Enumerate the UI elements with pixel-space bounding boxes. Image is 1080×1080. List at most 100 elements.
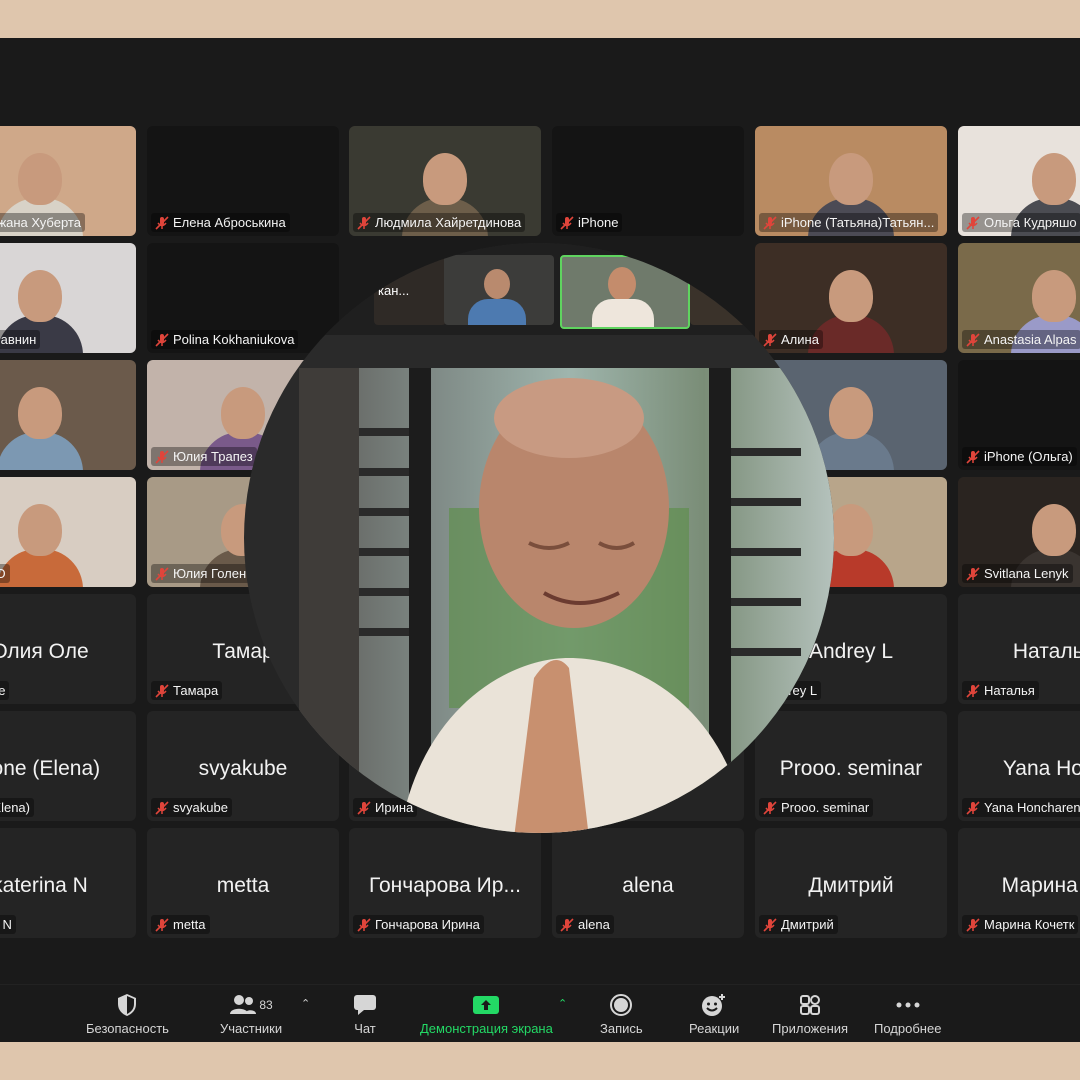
- chat-button[interactable]: Чат: [353, 993, 377, 1036]
- participant-name: Юлия Голен: [173, 566, 247, 581]
- participant-name-label: Yana Honcharen: [962, 798, 1080, 817]
- mini-tile-3[interactable]: [690, 255, 760, 325]
- participant-name-label: ne (Elena): [0, 798, 34, 817]
- participant-display-name: hone (Elena): [0, 757, 101, 780]
- security-label: Безопасность: [86, 1021, 169, 1036]
- participant-tile[interactable]: Yana Honc Yana Honcharen: [958, 711, 1080, 821]
- participant-tile[interactable]: Натальн Наталья: [958, 594, 1080, 704]
- mini-tile-1[interactable]: кан...: [374, 255, 446, 325]
- participant-display-name: Марина Кс: [1001, 874, 1080, 897]
- muted-mic-icon: [155, 215, 169, 230]
- participant-name-label: iPhone: [556, 213, 623, 232]
- participant-name-label: аминавнин: [0, 330, 41, 349]
- active-speaker-mini-tile[interactable]: [560, 255, 690, 329]
- participant-name: Дмитрий: [781, 917, 834, 932]
- chat-icon: [353, 993, 377, 1017]
- participant-name: Svitlana Lenyk: [984, 566, 1069, 581]
- mini-tile-label: кан...: [378, 283, 410, 298]
- reactions-button[interactable]: Реакции: [689, 993, 739, 1036]
- emoji-plus-icon: [701, 993, 727, 1017]
- participant-name: alena: [578, 917, 610, 932]
- participant-name-label: Людмила Хайретдинова: [353, 213, 526, 232]
- spotlight-thumbnail-strip: кан...: [244, 243, 834, 335]
- participant-tile[interactable]: лия О: [0, 477, 136, 587]
- participant-display-name: Олия Оле: [0, 640, 89, 663]
- participant-tile[interactable]: Svitlana Lenyk: [958, 477, 1080, 587]
- apps-icon: [799, 993, 821, 1017]
- security-button[interactable]: Безопасность: [86, 993, 169, 1036]
- participant-tile[interactable]: Олия Оле я Оле: [0, 594, 136, 704]
- muted-mic-icon: [155, 332, 169, 347]
- participant-display-name: katerina N: [0, 874, 88, 897]
- participant-tile[interactable]: Гончарова Ир... Гончарова Ирина: [349, 828, 541, 938]
- participant-tile[interactable]: slav: [0, 360, 136, 470]
- muted-mic-icon: [155, 800, 169, 815]
- muted-mic-icon: [155, 566, 169, 581]
- participant-name: erina N: [0, 917, 12, 932]
- participant-display-name: metta: [216, 874, 270, 897]
- muted-mic-icon: [560, 215, 574, 230]
- muted-mic-icon: [966, 566, 980, 581]
- meeting-toolbar: Безопасность 83 Участники ⌃ Чат Демонстр…: [0, 984, 1080, 1042]
- participants-label: Участники: [220, 1021, 283, 1036]
- participant-name: Тамара: [173, 683, 219, 698]
- mini-tile-2[interactable]: [444, 255, 554, 325]
- participant-name-label: Гончарова Ирина: [353, 915, 484, 934]
- muted-mic-icon: [966, 917, 980, 932]
- share-screen-button[interactable]: Демонстрация экрана: [420, 993, 553, 1036]
- record-label: Запись: [600, 1021, 643, 1036]
- participant-name: Елена Аброськина: [173, 215, 286, 230]
- chevron-up-icon[interactable]: ⌃: [558, 997, 567, 1010]
- participant-tile[interactable]: аминавнин: [0, 243, 136, 353]
- participant-name-label: Svitlana Lenyk: [962, 564, 1073, 583]
- participant-tile[interactable]: iPhone (Ольга): [958, 360, 1080, 470]
- participant-name: д Аджана Хуберта: [0, 215, 81, 230]
- participant-name: Anastasia Alpas: [984, 332, 1077, 347]
- muted-mic-icon: [155, 449, 169, 464]
- participant-name: Гончарова Ирина: [375, 917, 480, 932]
- apps-button[interactable]: Приложения: [772, 993, 848, 1036]
- participant-tile[interactable]: Людмила Хайретдинова: [349, 126, 541, 236]
- participant-display-name: alena: [622, 874, 674, 897]
- more-button[interactable]: Подробнее: [874, 993, 941, 1036]
- participant-tile[interactable]: iPhone: [552, 126, 744, 236]
- participant-name: Юлия Трапез: [173, 449, 253, 464]
- participant-name: metta: [173, 917, 206, 932]
- participant-name: ne (Elena): [0, 800, 30, 815]
- speaker-video: [299, 368, 834, 833]
- speaker-illustration: [299, 368, 801, 833]
- more-label: Подробнее: [874, 1021, 942, 1036]
- participant-name-label: iPhone (Татьяна)Татьян...: [759, 213, 939, 232]
- participant-tile[interactable]: д Аджана Хуберта: [0, 126, 136, 236]
- participant-tile[interactable]: Дмитрий Дмитрий: [755, 828, 947, 938]
- apps-label: Приложения: [772, 1021, 849, 1036]
- participant-tile[interactable]: Ольга Кудряшо: [958, 126, 1080, 236]
- participant-name: Yana Honcharen: [984, 800, 1080, 815]
- muted-mic-icon: [763, 215, 777, 230]
- participant-tile[interactable]: hone (Elena) ne (Elena): [0, 711, 136, 821]
- participant-video: [0, 477, 136, 587]
- participant-tile[interactable]: Марина Кс Марина Кочетк: [958, 828, 1080, 938]
- participants-icon: 83: [229, 993, 273, 1017]
- muted-mic-icon: [966, 332, 980, 347]
- record-button[interactable]: Запись: [600, 993, 643, 1036]
- reactions-label: Реакции: [689, 1021, 740, 1036]
- participant-tile[interactable]: alena alena: [552, 828, 744, 938]
- participant-tile[interactable]: katerina N erina N: [0, 828, 136, 938]
- participant-name-label: Ольга Кудряшо: [962, 213, 1080, 232]
- shield-icon: [116, 993, 138, 1017]
- participant-tile[interactable]: iPhone (Татьяна)Татьян...: [755, 126, 947, 236]
- participant-name: лия О: [0, 566, 6, 581]
- record-icon: [609, 993, 633, 1017]
- participants-button[interactable]: 83 Участники: [220, 993, 282, 1036]
- participant-tile[interactable]: Елена Аброськина: [147, 126, 339, 236]
- participant-name-label: Елена Аброськина: [151, 213, 290, 232]
- participant-tile[interactable]: metta metta: [147, 828, 339, 938]
- participant-name-label: я Оле: [0, 681, 10, 700]
- participant-name: я Оле: [0, 683, 6, 698]
- muted-mic-icon: [966, 683, 980, 698]
- chevron-up-icon[interactable]: ⌃: [301, 997, 310, 1010]
- participant-video: [0, 360, 136, 470]
- chat-label: Чат: [354, 1021, 376, 1036]
- participant-tile[interactable]: Anastasia Alpas: [958, 243, 1080, 353]
